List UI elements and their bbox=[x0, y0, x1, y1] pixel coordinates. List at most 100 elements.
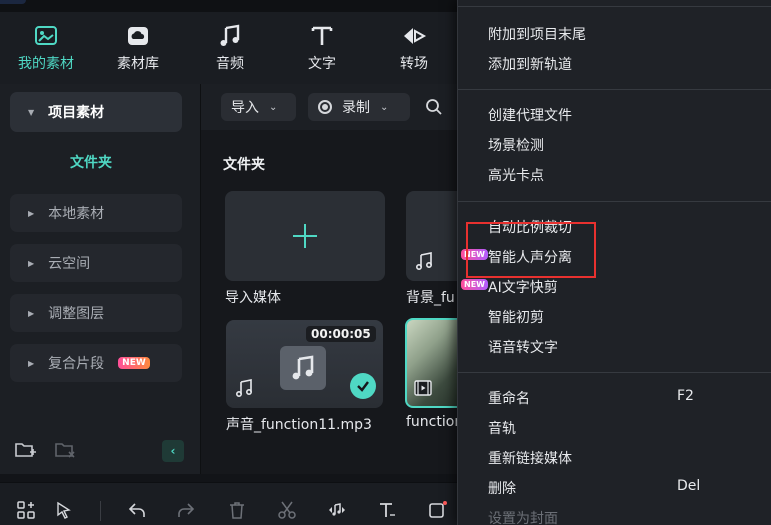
crop-tool-button[interactable] bbox=[426, 499, 448, 521]
search-icon[interactable] bbox=[425, 98, 443, 116]
delete-folder-icon[interactable] bbox=[54, 440, 76, 460]
video-file-icon bbox=[414, 380, 432, 396]
card-label: function bbox=[406, 414, 464, 430]
new-badge: NEW bbox=[461, 279, 488, 290]
menu-item-create-proxy[interactable]: 创建代理文件 bbox=[488, 105, 572, 125]
menu-item-relink-media[interactable]: 重新链接媒体 bbox=[488, 448, 572, 468]
sidebar: ▼ 项目素材 文件夹 ▶ 本地素材 ▶ 云空间 ▶ 调整图层 ▶ 复合片段 NE… bbox=[0, 84, 200, 474]
sidebar-folder[interactable]: 文件夹 bbox=[70, 152, 112, 172]
card-label: 背景_fu bbox=[406, 290, 455, 306]
audio-file-icon bbox=[415, 252, 433, 271]
rename-shortcut: F2 bbox=[677, 388, 694, 404]
delete-shortcut: Del bbox=[677, 478, 701, 494]
sidebar-item-local[interactable]: ▶ 本地素材 bbox=[10, 194, 182, 232]
record-label: 录制 bbox=[342, 100, 370, 116]
split-button[interactable] bbox=[276, 499, 298, 521]
import-dropdown[interactable]: 导入 ⌄ bbox=[221, 93, 296, 121]
select-tool-button[interactable] bbox=[53, 499, 75, 521]
tab-my-media[interactable]: 我的素材 bbox=[0, 12, 92, 84]
tab-label: 文字 bbox=[308, 56, 336, 72]
new-badge: NEW bbox=[118, 357, 150, 369]
import-media-card[interactable] bbox=[225, 191, 385, 281]
media-icon bbox=[35, 26, 57, 45]
undo-button[interactable] bbox=[126, 499, 148, 521]
divider bbox=[100, 501, 101, 521]
sidebar-item-label: 云空间 bbox=[48, 256, 91, 272]
menu-item-add-new-track[interactable]: 添加到新轨道 bbox=[488, 54, 572, 74]
caret-right-icon: ▶ bbox=[28, 308, 35, 318]
caret-right-icon: ▶ bbox=[28, 258, 35, 268]
highlight-box bbox=[466, 222, 596, 278]
sidebar-item-project-media[interactable]: ▼ 项目素材 bbox=[10, 92, 182, 132]
audio-thumbnail bbox=[280, 346, 326, 390]
media-card-audio[interactable]: 00:00:05 bbox=[226, 320, 383, 408]
menu-item-smart-cut[interactable]: 智能初剪 bbox=[488, 307, 544, 327]
plus-icon bbox=[293, 224, 317, 248]
added-check-icon bbox=[350, 373, 376, 399]
sidebar-item-label: 复合片段 bbox=[48, 356, 105, 372]
sidebar-item-compound-clip[interactable]: ▶ 复合片段 NEW bbox=[10, 344, 182, 382]
category-tabs: 我的素材 素材库 音频 文字 转场 bbox=[0, 12, 460, 84]
menu-item-speech-to-text[interactable]: 语音转文字 bbox=[488, 337, 558, 357]
menu-item-rename[interactable]: 重命名 bbox=[488, 388, 530, 408]
menu-item-append-to-end[interactable]: 附加到项目末尾 bbox=[488, 24, 586, 44]
menu-item-delete[interactable]: 删除 bbox=[488, 478, 516, 498]
menu-separator bbox=[458, 372, 771, 373]
chevron-down-icon: ⌄ bbox=[269, 101, 278, 113]
menu-item-ai-text-edit[interactable]: AI文字快剪 bbox=[488, 277, 558, 297]
cloud-library-icon bbox=[128, 27, 148, 45]
music-note-icon bbox=[220, 24, 240, 46]
media-toolbar: 导入 ⌄ 录制 ⌄ bbox=[201, 84, 461, 130]
redo-button[interactable] bbox=[175, 499, 197, 521]
audio-split-icon bbox=[329, 503, 345, 516]
chevron-left-icon: ‹ bbox=[170, 444, 176, 458]
caret-down-icon: ▼ bbox=[28, 107, 35, 117]
audio-file-icon bbox=[235, 379, 253, 398]
menu-item-audio-track[interactable]: 音轨 bbox=[488, 418, 516, 438]
record-dropdown[interactable]: 录制 ⌄ bbox=[308, 93, 410, 121]
duration-badge: 00:00:05 bbox=[306, 326, 376, 342]
tab-text[interactable]: 文字 bbox=[276, 12, 368, 84]
timeline-toolbar bbox=[0, 482, 460, 525]
media-card-video[interactable] bbox=[405, 318, 465, 408]
sidebar-item-adjustment-layer[interactable]: ▶ 调整图层 bbox=[10, 294, 182, 332]
caret-right-icon: ▶ bbox=[28, 208, 35, 218]
grid-plus-icon bbox=[17, 501, 35, 519]
text-tool-button[interactable] bbox=[376, 499, 398, 521]
transition-icon bbox=[404, 28, 427, 44]
record-icon bbox=[318, 100, 332, 114]
delete-button[interactable] bbox=[226, 499, 248, 521]
text-icon bbox=[380, 503, 395, 517]
menu-separator bbox=[458, 201, 771, 202]
menu-item-scene-detection[interactable]: 场景检测 bbox=[488, 135, 544, 155]
menu-item-highlight-beat[interactable]: 高光卡点 bbox=[488, 165, 544, 185]
tab-stock-library[interactable]: 素材库 bbox=[92, 12, 184, 84]
window-nub bbox=[0, 0, 26, 4]
new-folder-icon[interactable] bbox=[14, 440, 36, 460]
tab-transitions[interactable]: 转场 bbox=[368, 12, 460, 84]
sidebar-header-label: 项目素材 bbox=[48, 105, 105, 121]
import-label: 导入 bbox=[231, 100, 259, 116]
section-title: 文件夹 bbox=[223, 157, 265, 173]
tab-label: 素材库 bbox=[117, 56, 159, 72]
card-label: 导入媒体 bbox=[225, 290, 281, 306]
layout-button[interactable] bbox=[15, 499, 37, 521]
tab-label: 我的素材 bbox=[18, 56, 74, 72]
text-icon bbox=[311, 26, 333, 45]
undo-icon bbox=[128, 503, 145, 517]
redo-icon bbox=[178, 503, 195, 517]
caret-right-icon: ▶ bbox=[28, 358, 35, 368]
menu-item-set-as-cover: 设置为封面 bbox=[488, 511, 558, 525]
media-panel: 导入 ⌄ 录制 ⌄ 文件夹 导入媒体 背景_fu 00:00:05 声音_fun… bbox=[200, 84, 466, 474]
tab-label: 音频 bbox=[216, 56, 244, 72]
trash-icon bbox=[230, 502, 244, 519]
scissors-icon bbox=[278, 501, 296, 519]
sidebar-item-label: 本地素材 bbox=[48, 206, 105, 222]
audio-tool-button[interactable] bbox=[326, 499, 348, 521]
collapse-sidebar-button[interactable]: ‹ bbox=[162, 440, 184, 462]
cursor-icon bbox=[57, 501, 71, 519]
tab-audio[interactable]: 音频 bbox=[184, 12, 276, 84]
chevron-down-icon: ⌄ bbox=[380, 101, 389, 113]
sidebar-item-cloud[interactable]: ▶ 云空间 bbox=[10, 244, 182, 282]
sidebar-item-label: 调整图层 bbox=[48, 306, 105, 322]
